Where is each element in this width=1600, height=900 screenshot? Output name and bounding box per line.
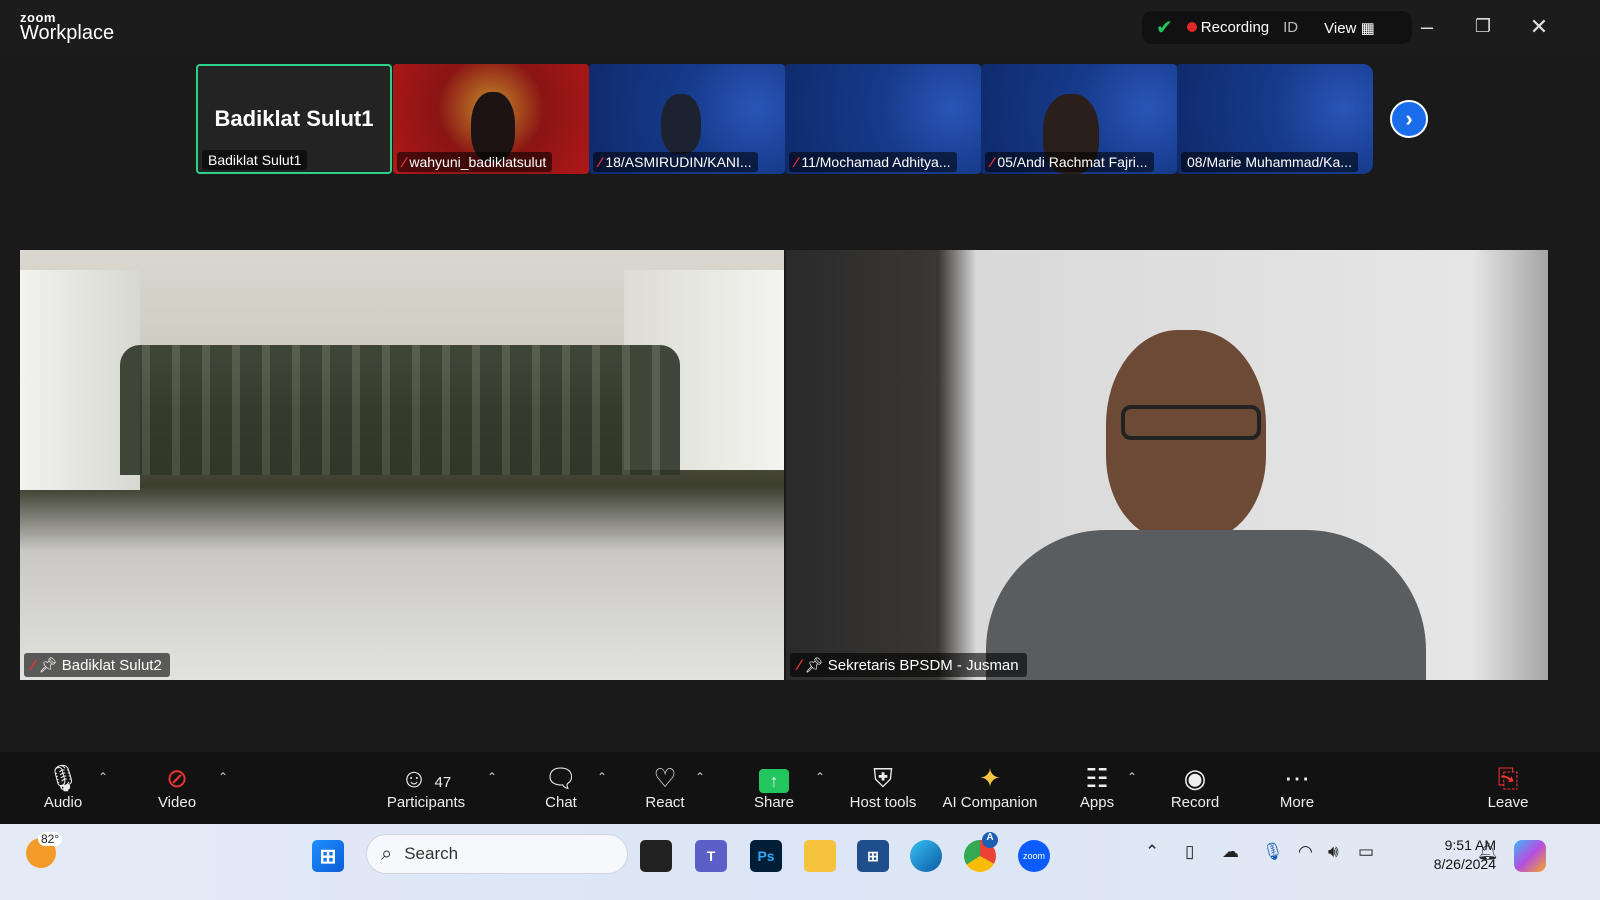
weather-temp: 82° [38,832,63,846]
search-placeholder: Search [404,844,459,863]
mic-muted-icon: ∕ [795,154,798,170]
share-button[interactable]: ↑ Share [719,762,829,811]
battery-icon[interactable]: ▭ [1358,842,1374,862]
search-icon: ⌕ [381,842,393,865]
participants-button[interactable]: ☺ 47 Participants [371,762,481,811]
soldiers-formation [120,345,680,475]
meeting-id-button[interactable]: ID [1283,19,1298,36]
record-button[interactable]: ◉ Record [1140,762,1250,811]
show-hidden-icons[interactable]: ⌃ [1145,842,1159,862]
onedrive-icon[interactable]: ☁ [1222,842,1239,862]
participant-name: ∕ 05/Andi Rachmat Fajri... [985,152,1154,172]
participant-name: ∕ 📌︎ Badiklat Sulut2 [24,653,170,677]
participant-name: 08/Marie Muhammad/Ka... [1181,152,1358,172]
task-view-icon[interactable] [640,840,672,872]
ai-companion-button[interactable]: ✦ AI Companion [935,762,1045,811]
video-options-caret[interactable]: ⌃ [218,770,228,784]
close-button[interactable]: ✕ [1524,14,1554,40]
thumbnail-tile[interactable]: ∕ wahyuni_badiklatsulut [393,64,589,174]
view-label: View [1324,19,1357,37]
volume-icon[interactable]: 🔊︎ [1328,842,1339,862]
logo-workplace: Workplace [20,22,115,44]
mic-muted-icon: ∕ [991,154,994,170]
leave-button[interactable]: ⎘ Leave [1453,762,1563,811]
recording-indicator[interactable]: Recording [1186,19,1270,36]
chevron-right-icon: › [1405,106,1413,131]
share-caret[interactable]: ⌃ [815,770,825,784]
view-button[interactable]: View ▦ [1324,19,1375,37]
mic-muted-icon: ∕ [32,657,35,674]
next-page-button[interactable]: › [1390,100,1428,138]
shield-icon: ⛨ [873,763,893,793]
sparkle-icon: ✦ [979,763,1001,793]
notifications-icon[interactable]: 🔔︎ [1477,842,1499,862]
zoom-taskbar-icon[interactable]: zoom [1018,840,1050,872]
main-video-tile[interactable]: ∕ 📌︎ Badiklat Sulut2 [20,250,784,680]
thumbnail-tile[interactable]: Badiklat Sulut1 Badiklat Sulut1 [196,64,392,174]
pin-icon: 📌︎ [804,657,824,674]
recording-label: Recording [1200,19,1270,36]
audio-options-caret[interactable]: ⌃ [98,770,108,784]
photoshop-icon[interactable]: Ps [750,840,782,872]
chrome-icon[interactable]: A [964,832,998,872]
usb-icon[interactable]: ▯ [1185,842,1194,862]
leave-icon: ⎘ [1497,763,1519,793]
participant-display-name: Badiklat Sulut1 [214,106,374,131]
shield-check-icon[interactable]: ✔ [1156,15,1173,40]
wifi-icon[interactable]: ◠ [1298,842,1313,862]
participant-name: ∕ 11/Mochamad Adhitya... [789,152,957,172]
apps-caret[interactable]: ⌃ [1127,770,1137,784]
participant-video [661,94,701,154]
video-button[interactable]: ⊘ Video [122,762,232,811]
mic-muted-icon: ∕ [798,657,801,674]
main-video-tile[interactable]: ∕ 📌︎ Sekretaris BPSDM - Jusman [786,250,1548,680]
participant-name: ∕ wahyuni_badiklatsulut [397,152,553,172]
pin-icon: 📌︎ [38,657,58,674]
taskbar-search[interactable]: ⌕ Search [366,834,628,874]
share-icon: ↑ [719,762,829,794]
file-explorer-icon[interactable] [804,840,836,872]
grid-icon: ▦ [1360,19,1375,37]
more-button[interactable]: ⋯ More [1242,762,1352,811]
recording-dot-icon [1186,22,1197,32]
react-caret[interactable]: ⌃ [695,770,705,784]
edge-icon[interactable] [910,840,942,872]
mic-muted-icon: ∕ [403,154,406,170]
title-bar: zoom Workplace ✔ Recording ID View ▦ – ❐… [0,0,1600,56]
participant-name: ∕ 18/ASMIRUDIN/KANI... [593,152,758,172]
teams-icon[interactable]: T [695,840,727,872]
glasses [1121,405,1261,440]
thumbnail-tile[interactable]: ∕ 18/ASMIRUDIN/KANI... [589,64,785,174]
thumbnail-tile[interactable]: ∕ 05/Andi Rachmat Fajri... [981,64,1177,174]
thumbnail-tile[interactable]: ∕ 11/Mochamad Adhitya... [785,64,981,174]
thumbnail-tile[interactable]: 08/Marie Muhammad/Ka... [1177,64,1373,174]
chat-caret[interactable]: ⌃ [597,770,607,784]
participant-name: ∕ 📌︎ Sekretaris BPSDM - Jusman [790,653,1027,677]
record-icon: ◉ [1183,763,1207,793]
participant-name: Badiklat Sulut1 [202,150,308,170]
mic-muted-icon: ∕ [599,154,602,170]
microsoft-store-icon[interactable]: ⊞ [857,840,889,872]
windows-taskbar [0,824,1600,900]
video-off-icon: ⊘ [166,763,188,793]
participants-caret[interactable]: ⌃ [487,770,497,784]
participants-icon: ☺ [400,763,428,793]
participants-count: 47 [434,774,452,791]
microphone-tray-icon[interactable]: 🎙︎ [1262,842,1284,862]
copilot-icon[interactable] [1514,840,1546,872]
meeting-toolbar: 🎙︎ Audio ⌃ ⊘ Video ⌃ ☺ 47 Participants ⌃ 🗨︎… [0,752,1600,824]
minimize-button[interactable]: – [1412,14,1442,40]
meeting-status-pill: ✔ Recording ID View ▦ [1142,11,1412,44]
start-button[interactable]: ⊞ [312,840,344,872]
more-icon: ⋯ [1284,763,1310,793]
restore-button[interactable]: ❐ [1468,16,1498,37]
participant-shirt [986,530,1426,680]
host-tools-button[interactable]: ⛨ Host tools [828,762,938,811]
chrome-profile-badge: A [982,832,998,848]
